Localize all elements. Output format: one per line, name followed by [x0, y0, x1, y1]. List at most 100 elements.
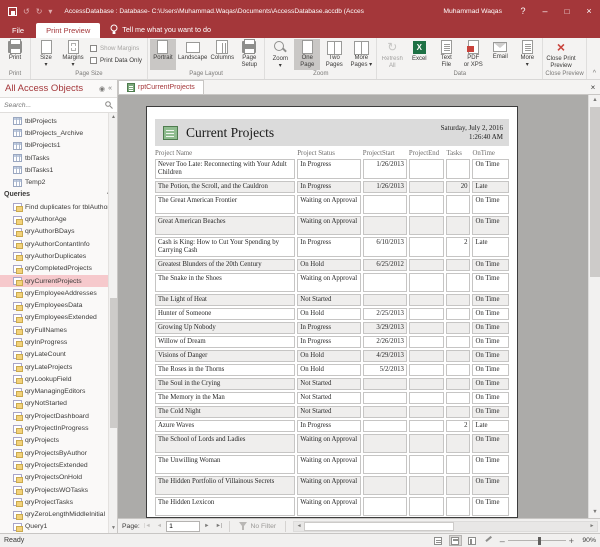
- nav-pane-title[interactable]: All Access Objects ◉ «: [0, 80, 117, 98]
- sidebar-item-table[interactable]: tblTasks: [0, 152, 117, 164]
- scroll-down-icon[interactable]: ▼: [589, 507, 600, 518]
- scroll-up-icon[interactable]: ▲: [109, 113, 117, 122]
- sidebar-item-query[interactable]: qryProjectTasks: [0, 496, 117, 508]
- scroll-down-icon[interactable]: ▼: [109, 524, 117, 533]
- tab-print-preview[interactable]: Print Preview: [36, 23, 100, 38]
- zoom-percentage[interactable]: 90%: [578, 537, 596, 544]
- scroll-right-icon[interactable]: ►: [587, 523, 597, 529]
- sidebar-item-table[interactable]: tblProjects_Archive: [0, 127, 117, 139]
- design-view-button[interactable]: [483, 535, 496, 546]
- sidebar-item-table[interactable]: Temp2: [0, 176, 117, 188]
- sidebar-item-query[interactable]: Find duplicates for tblAuthors: [0, 201, 117, 213]
- sidebar-item-query[interactable]: qryCurrentProjects: [0, 275, 117, 287]
- print-data-only-checkbox[interactable]: Print Data Only: [90, 55, 142, 67]
- sidebar-item-query[interactable]: qryLateProjects: [0, 361, 117, 373]
- zoom-in-button[interactable]: +: [569, 536, 574, 546]
- sidebar-item-query[interactable]: qryEmployeesExtended: [0, 312, 117, 324]
- sidebar-item-query[interactable]: qryEmployeesData: [0, 299, 117, 311]
- qat-dropdown-icon[interactable]: ▾: [48, 7, 52, 16]
- search-input[interactable]: [4, 102, 105, 109]
- page-number-input[interactable]: [166, 521, 200, 532]
- page-setup-button[interactable]: Page Setup: [236, 39, 262, 70]
- help-button[interactable]: ?: [512, 0, 534, 22]
- excel-export-button[interactable]: X Excel: [406, 39, 432, 70]
- signed-in-user[interactable]: Muhammad Waqas: [443, 8, 502, 15]
- print-button[interactable]: Print: [2, 39, 28, 70]
- scrollbar-thumb[interactable]: [590, 107, 600, 277]
- horizontal-scrollbar[interactable]: ◄ ►: [293, 521, 598, 532]
- zoom-button[interactable]: Zoom ▾: [267, 39, 293, 70]
- queries-section-header[interactable]: Queries ^: [0, 189, 117, 201]
- print-preview-view-button[interactable]: [449, 535, 462, 546]
- scroll-up-icon[interactable]: ▲: [589, 95, 600, 106]
- sidebar-item-query[interactable]: qryProjectDashboard: [0, 410, 117, 422]
- tab-rptcurrentprojects[interactable]: rptCurrentProjects: [118, 80, 204, 94]
- report-page[interactable]: Current Projects Saturday, July 2, 2016 …: [146, 106, 518, 518]
- tab-file[interactable]: File: [0, 23, 36, 38]
- columns-button[interactable]: Columns: [209, 39, 235, 70]
- undo-icon[interactable]: ↺: [23, 7, 30, 16]
- zoom-out-button[interactable]: –: [500, 536, 505, 546]
- sidebar-item-query[interactable]: qryAuthorAge: [0, 213, 117, 225]
- sidebar-item-query[interactable]: qryFullNames: [0, 324, 117, 336]
- save-icon[interactable]: [8, 7, 17, 16]
- layout-view-button[interactable]: [466, 535, 479, 546]
- scrollbar-thumb[interactable]: [304, 522, 454, 531]
- show-margins-checkbox[interactable]: Show Margins: [90, 43, 142, 55]
- sidebar-item-query[interactable]: qryCompletedProjects: [0, 263, 117, 275]
- sidebar-item-query[interactable]: qryEmployeeAddresses: [0, 287, 117, 299]
- text-file-button[interactable]: Text File: [433, 39, 459, 70]
- sidebar-item-table[interactable]: tblTasks1: [0, 164, 117, 176]
- shutter-close-icon[interactable]: «: [108, 85, 112, 92]
- more-export-button[interactable]: More ▾: [514, 39, 540, 70]
- close-button[interactable]: ×: [578, 0, 600, 22]
- close-print-preview-button[interactable]: × Close Print Preview: [545, 39, 576, 70]
- maximize-button[interactable]: □: [556, 0, 578, 22]
- sidebar-item-table[interactable]: tblProjects: [0, 115, 117, 127]
- minimize-button[interactable]: –: [534, 0, 556, 22]
- two-pages-button[interactable]: Two Pages: [321, 39, 347, 70]
- size-button[interactable]: Size ▾: [33, 39, 59, 70]
- report-cell: [409, 378, 445, 390]
- sidebar-item-query[interactable]: qryAuthorDuplicates: [0, 250, 117, 262]
- sidebar-item-query[interactable]: qryInProgress: [0, 336, 117, 348]
- sidebar-item-query[interactable]: Query1: [0, 521, 117, 533]
- close-document-icon[interactable]: ×: [586, 80, 600, 94]
- next-page-button[interactable]: ►: [202, 523, 211, 529]
- no-filter-button[interactable]: No Filter: [235, 522, 280, 530]
- sidebar-scrollbar[interactable]: ▲ ▼: [108, 113, 117, 533]
- landscape-button[interactable]: Landscape: [177, 39, 208, 70]
- pdf-xps-button[interactable]: PDF or XPS: [460, 39, 486, 70]
- more-pages-button[interactable]: More Pages ▾: [348, 39, 374, 70]
- sidebar-item-query[interactable]: qryProjectsByAuthor: [0, 447, 117, 459]
- sidebar-item-query[interactable]: qryAuthorContantInfo: [0, 238, 117, 250]
- sidebar-item-query[interactable]: qryLateCount: [0, 349, 117, 361]
- margins-button[interactable]: Margins ▾: [60, 39, 86, 70]
- sidebar-item-query[interactable]: qryProjects: [0, 435, 117, 447]
- scrollbar-thumb[interactable]: [110, 298, 117, 428]
- sidebar-item-query[interactable]: qryAuthorBDays: [0, 226, 117, 238]
- one-page-button[interactable]: One Page: [294, 39, 320, 70]
- tell-me-box[interactable]: Tell me what you want to do: [100, 21, 221, 38]
- sidebar-item-query[interactable]: qryNotStarted: [0, 398, 117, 410]
- scroll-left-icon[interactable]: ◄: [294, 523, 304, 529]
- sidebar-item-query[interactable]: qryProjectInProgress: [0, 422, 117, 434]
- email-button[interactable]: Email: [487, 39, 513, 70]
- zoom-slider-thumb[interactable]: [538, 537, 541, 545]
- zoom-slider[interactable]: [508, 540, 566, 542]
- sidebar-item-query[interactable]: qryLookupField: [0, 373, 117, 385]
- redo-icon[interactable]: ↻: [36, 7, 43, 16]
- sidebar-item-query[interactable]: qryProjectsWOTasks: [0, 484, 117, 496]
- sidebar-item-table[interactable]: tblProjects1: [0, 140, 117, 152]
- vertical-scrollbar[interactable]: ▲ ▼: [588, 95, 600, 518]
- report-view-button[interactable]: [432, 535, 445, 546]
- portrait-button[interactable]: Portrait: [150, 39, 176, 70]
- sidebar-item-query[interactable]: qryProjectsExtended: [0, 459, 117, 471]
- last-page-button[interactable]: ►|: [214, 523, 225, 529]
- ribbon-collapse-icon[interactable]: ^: [593, 70, 596, 77]
- sidebar-item-query[interactable]: qryManagingEditors: [0, 386, 117, 398]
- nav-pane-menu-icon[interactable]: ◉: [99, 85, 105, 93]
- sidebar-item-query[interactable]: qryProjectsOnHold: [0, 472, 117, 484]
- sidebar-item-query[interactable]: qryZeroLengthMiddleInitial: [0, 509, 117, 521]
- report-cell: Cash is King: How to Cut Your Spending b…: [155, 237, 295, 257]
